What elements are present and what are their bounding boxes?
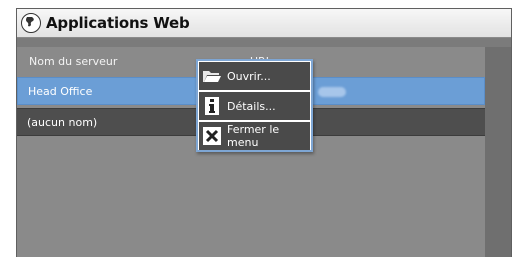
menu-item-close-menu[interactable]: Fermer le menu — [199, 122, 310, 150]
menu-item-details[interactable]: Détails... — [199, 92, 310, 120]
close-icon — [202, 126, 222, 146]
menu-item-label: Ouvrir... — [227, 69, 271, 83]
row-server-name: Head Office — [28, 84, 93, 98]
column-header-server-name[interactable]: Nom du serveur — [29, 55, 117, 68]
context-menu: Ouvrir... Détails... Fermer le menu — [196, 59, 313, 152]
menu-item-label: Détails... — [227, 99, 276, 113]
row-url-redacted — [318, 87, 346, 97]
scrollbar-track[interactable] — [485, 47, 511, 257]
info-icon — [202, 96, 222, 116]
menu-item-label: Fermer le menu — [227, 123, 280, 149]
row-server-name: (aucun nom) — [27, 115, 98, 129]
menu-item-open[interactable]: Ouvrir... — [199, 62, 310, 90]
folder-open-icon — [202, 66, 222, 86]
window-title: Applications Web — [46, 14, 190, 32]
title-bar: Applications Web — [17, 9, 511, 38]
globe-icon — [21, 13, 41, 33]
